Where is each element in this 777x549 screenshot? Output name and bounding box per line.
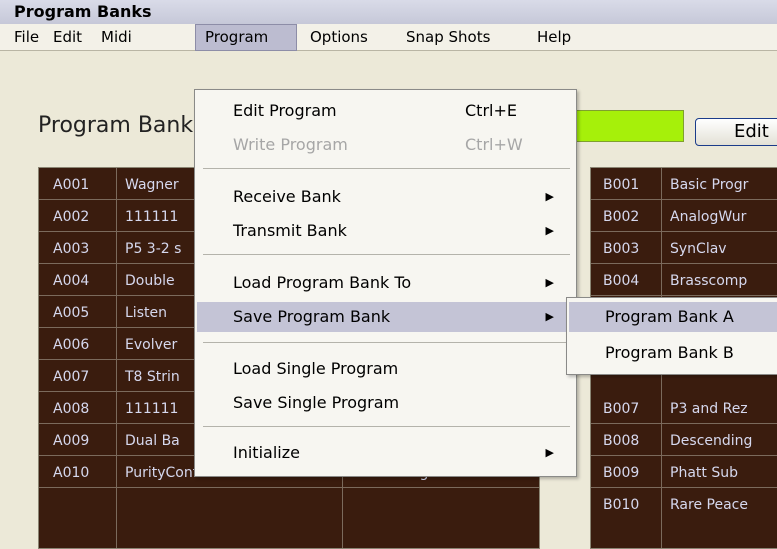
menu-item-save-single-program[interactable]: Save Single Program (197, 388, 574, 418)
bank-b-row-name[interactable]: Phatt Sub (662, 460, 777, 487)
menu-edit[interactable]: Edit (53, 24, 82, 51)
submenu-arrow-icon: ▶ (545, 190, 554, 203)
bank-a-row-id[interactable]: A010 (45, 460, 115, 487)
menu-item-transmit-bank[interactable]: Transmit Bank ▶ (197, 216, 574, 246)
menu-options[interactable]: Options (310, 24, 368, 51)
bank-a-row-id[interactable]: A002 (45, 204, 115, 231)
bank-a-row-id[interactable]: A003 (45, 236, 115, 263)
bank-b-row-name[interactable]: Descending (662, 428, 777, 455)
menu-item-label: Load Program Bank To (233, 273, 412, 292)
menu-item-label: Edit Program (233, 101, 337, 120)
menu-program[interactable]: Program (195, 24, 297, 51)
menu-item-receive-bank[interactable]: Receive Bank ▶ (197, 182, 574, 212)
menu-separator (203, 426, 570, 427)
bank-b-row-name[interactable]: AnalogWur (662, 204, 777, 231)
menu-item-label: Receive Bank (233, 187, 341, 206)
bank-a-row-id[interactable]: A004 (45, 268, 115, 295)
status-indicator (566, 110, 684, 142)
submenu-item-program-bank-a[interactable]: Program Bank A (569, 302, 777, 332)
save-program-bank-submenu: Program Bank A Program Bank B (566, 297, 777, 375)
bank-b-row-id[interactable]: B009 (595, 460, 661, 487)
menu-item-edit-program[interactable]: Edit Program Ctrl+E (197, 96, 574, 126)
window-title: Program Banks (0, 0, 777, 24)
bank-b-row-name[interactable]: Brasscomp (662, 268, 777, 295)
menu-item-load-program-bank[interactable]: Load Program Bank To ▶ (197, 268, 574, 298)
program-menu: Edit Program Ctrl+E Write Program Ctrl+W… (194, 89, 577, 477)
bank-a-row-id[interactable]: A006 (45, 332, 115, 359)
bank-b-row-id[interactable]: B008 (595, 428, 661, 455)
bank-b-row-id[interactable]: B007 (595, 396, 661, 423)
menu-item-label: Initialize (233, 443, 300, 462)
bank-a-row-id[interactable]: A009 (45, 428, 115, 455)
submenu-arrow-icon: ▶ (545, 310, 554, 323)
menu-item-label: Save Program Bank (233, 307, 391, 326)
bank-b-row-id[interactable]: B003 (595, 236, 661, 263)
menu-item-write-program[interactable]: Write Program Ctrl+W (197, 130, 574, 160)
bank-b-row-name[interactable]: SynClav (662, 236, 777, 263)
menu-separator (203, 342, 570, 343)
menu-item-label: Save Single Program (233, 393, 400, 412)
bank-b-row-name[interactable]: P3 and Rez (662, 396, 777, 423)
menu-separator (203, 168, 570, 169)
menu-item-initialize[interactable]: Initialize ▶ (197, 438, 574, 468)
shortcut-label: Ctrl+E (465, 101, 517, 120)
bank-b-row-id[interactable]: B002 (595, 204, 661, 231)
edit-button[interactable]: Edit (695, 118, 777, 146)
bank-b-row-id[interactable]: B001 (595, 172, 661, 199)
bank-a-row-id[interactable]: A001 (45, 172, 115, 199)
menu-item-load-single-program[interactable]: Load Single Program (197, 354, 574, 384)
shortcut-label: Ctrl+W (465, 135, 523, 154)
program-banks-label: Program Banks (38, 113, 205, 138)
submenu-arrow-icon: ▶ (545, 446, 554, 459)
menu-item-label: Transmit Bank (233, 221, 347, 240)
menu-bar: File Edit Midi Program Options Snap Shot… (0, 24, 777, 51)
menu-help[interactable]: Help (537, 24, 571, 51)
submenu-arrow-icon: ▶ (545, 224, 554, 237)
bank-b-row-name[interactable]: Basic Progr (662, 172, 777, 199)
menu-separator (203, 254, 570, 255)
menu-item-label: Write Program (233, 135, 348, 154)
submenu-arrow-icon: ▶ (545, 276, 554, 289)
bank-b-row-id[interactable]: B004 (595, 268, 661, 295)
bank-b-row-name[interactable]: Rare Peace (662, 492, 777, 519)
bank-a-row-id[interactable]: A008 (45, 396, 115, 423)
bank-b-row-id[interactable]: B010 (595, 492, 661, 519)
menu-file[interactable]: File (14, 24, 39, 51)
bank-a-row-id[interactable]: A005 (45, 300, 115, 327)
bank-a-row-id[interactable]: A007 (45, 364, 115, 391)
menu-midi[interactable]: Midi (101, 24, 132, 51)
menu-snap-shots[interactable]: Snap Shots (406, 24, 490, 51)
menu-item-save-program-bank[interactable]: Save Program Bank ▶ (197, 302, 574, 332)
submenu-item-program-bank-b[interactable]: Program Bank B (569, 338, 777, 368)
menu-item-label: Load Single Program (233, 359, 399, 378)
